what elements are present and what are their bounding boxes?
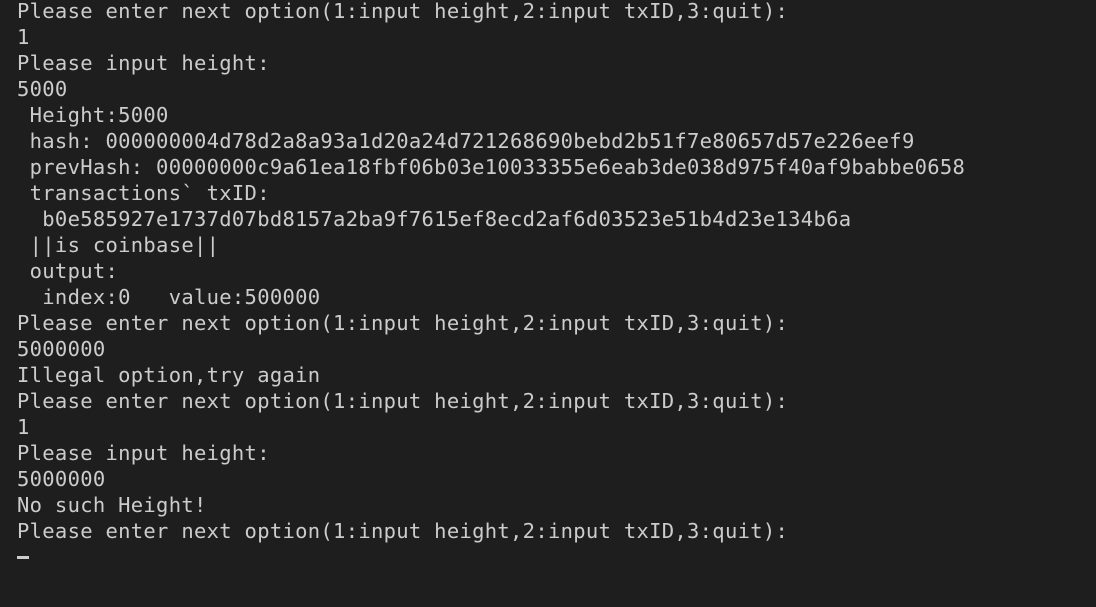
user-input-line: 5000 (17, 77, 68, 101)
block-hash-line: hash: 000000004d78d2a8a93a1d20a24d721268… (17, 129, 915, 153)
input-line[interactable] (17, 546, 1096, 575)
terminal-output[interactable]: Please enter next option(1:input height,… (0, 0, 1096, 607)
user-input-line: 1 (17, 25, 30, 49)
prompt-option-line: Please enter next option(1:input height,… (17, 311, 789, 335)
error-message-line: Illegal option,try again (17, 363, 321, 387)
text-cursor (17, 556, 29, 559)
block-prevhash-line: prevHash: 00000000c9a61ea18fbf06b03e1003… (17, 155, 966, 179)
user-input-line: 5000000 (17, 337, 106, 361)
prompt-option-line: Please enter next option(1:input height,… (17, 389, 789, 413)
transactions-header-line: transactions` txID: (17, 181, 270, 205)
block-height-line: Height:5000 (17, 103, 169, 127)
prompt-option-line: Please enter next option(1:input height,… (17, 519, 789, 543)
coinbase-line: ||is coinbase|| (17, 233, 220, 257)
output-header-line: output: (17, 259, 119, 283)
error-message-line: No such Height! (17, 493, 207, 517)
prompt-height-line: Please input height: (17, 51, 270, 75)
user-input-line: 1 (17, 415, 30, 439)
prompt-height-line: Please input height: (17, 441, 270, 465)
output-entry-line: index:0 value:500000 (17, 285, 321, 309)
user-input-line: 5000000 (17, 467, 106, 491)
txid-line: b0e585927e1737d07bd8157a2ba9f7615ef8ecd2… (17, 207, 852, 231)
